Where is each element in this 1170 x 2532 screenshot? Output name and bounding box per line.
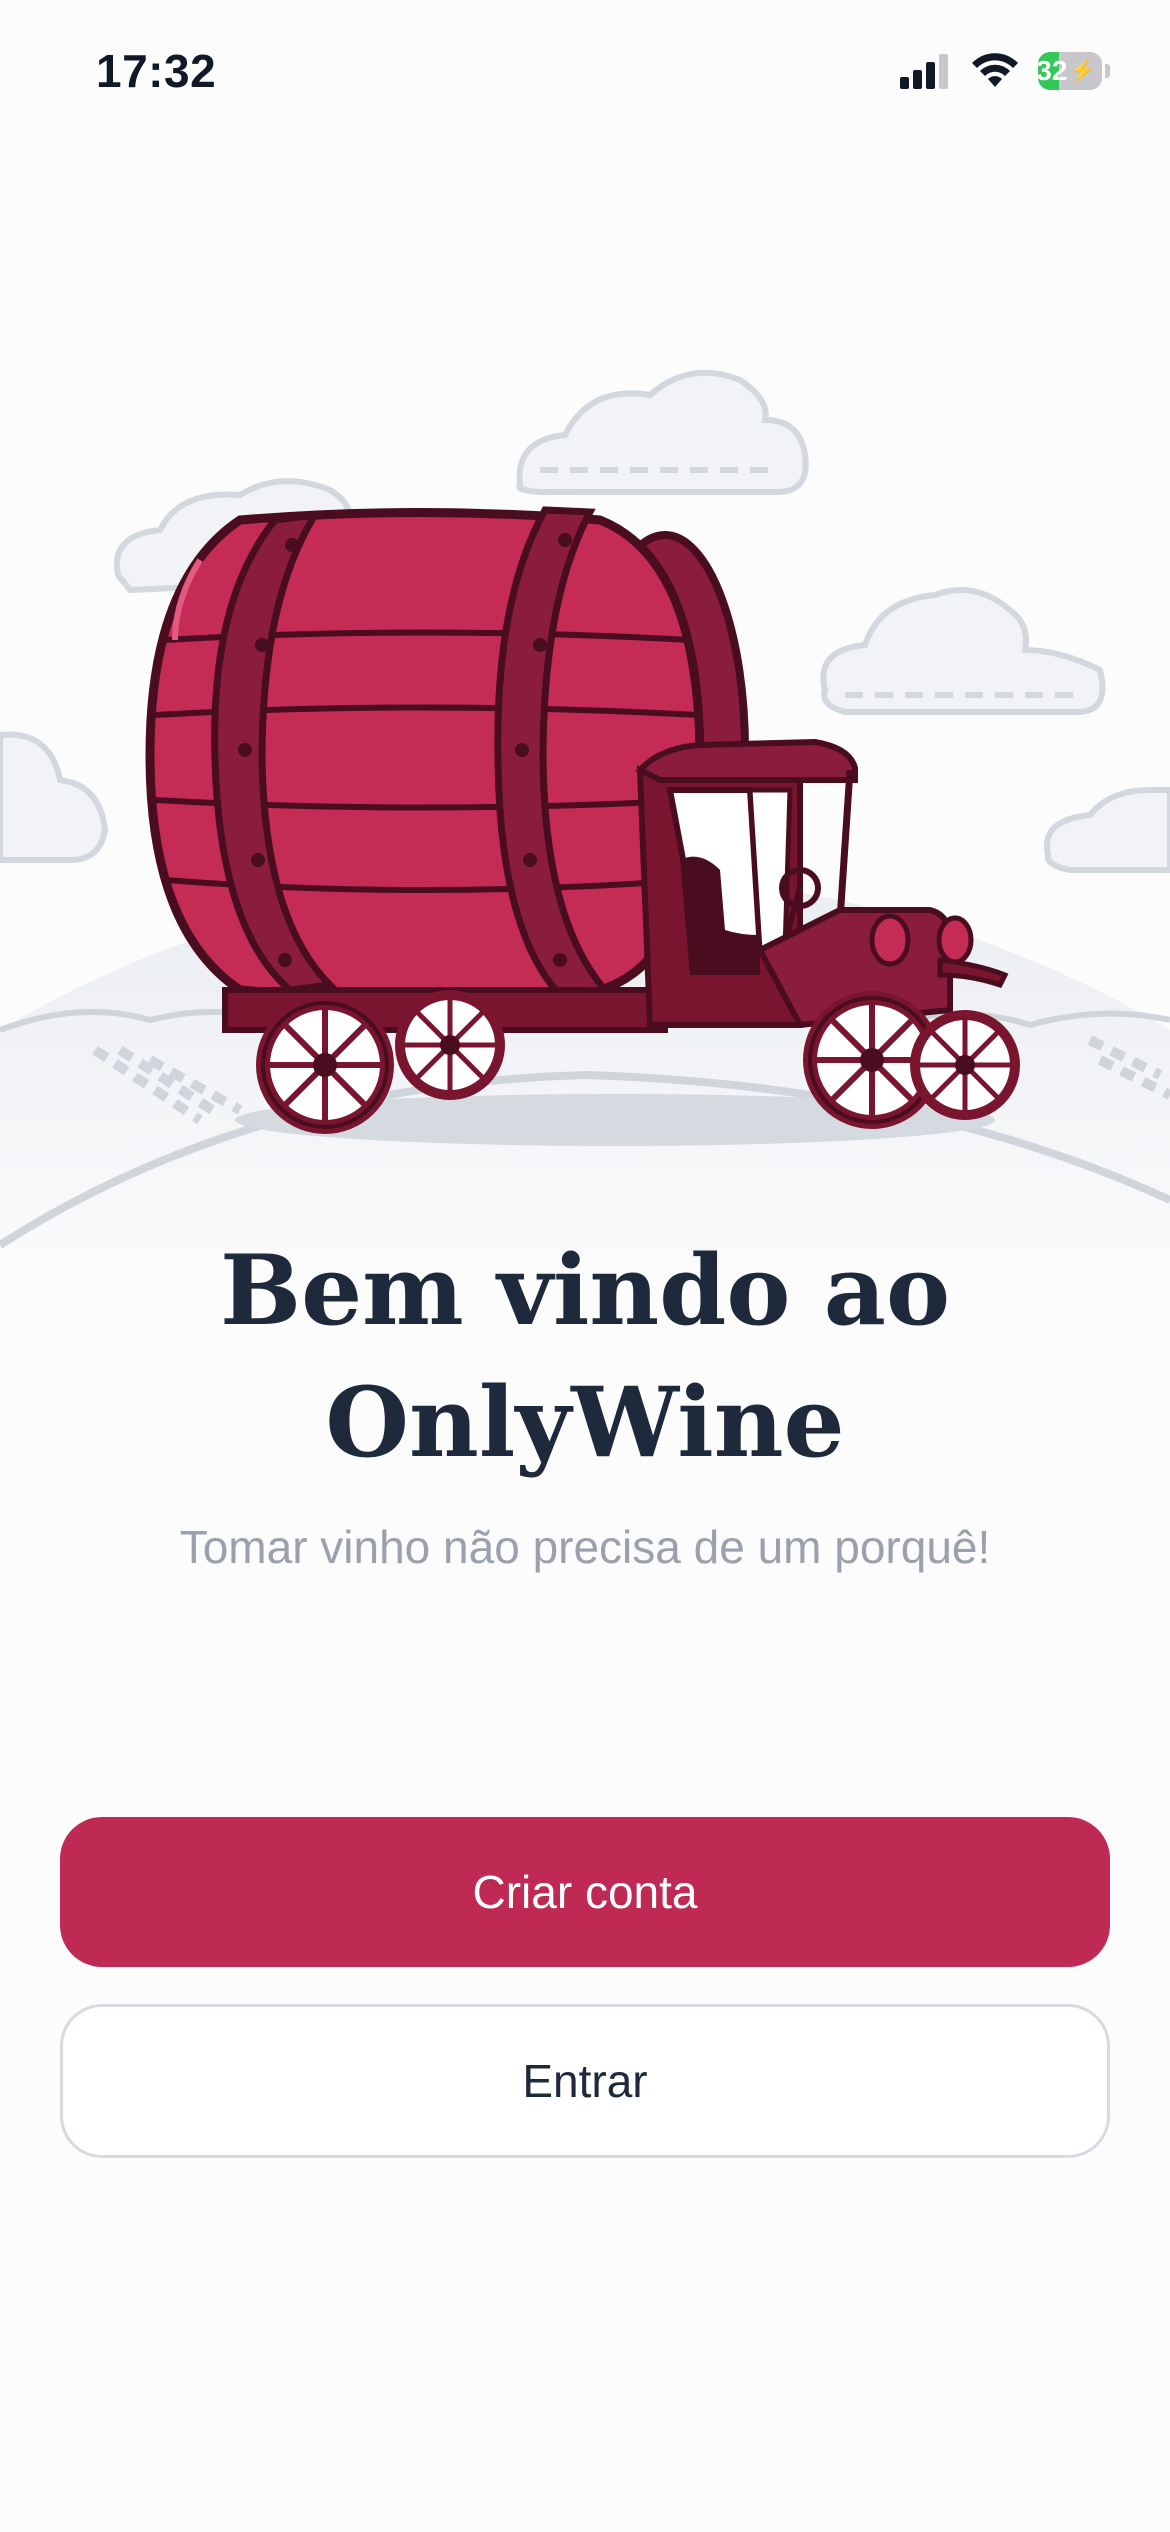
cloud-icon (0, 731, 109, 863)
create-account-label: Criar conta (472, 1866, 698, 1918)
battery-charging-icon: 32 ⚡ (1038, 52, 1110, 90)
battery-level: 32 (1038, 55, 1068, 86)
welcome-title-line1: Bem vindo ao (219, 1234, 951, 1347)
sign-in-label: Entrar (522, 2055, 648, 2107)
rear-wheel (256, 996, 394, 1134)
status-time: 17:32 (96, 45, 217, 97)
cellular-signal-icon (900, 54, 948, 89)
status-icons: 32 ⚡ (900, 52, 1110, 90)
cloud-icon (820, 587, 1106, 715)
welcome-title-line2: OnlyWine (325, 1366, 845, 1479)
cloud-icon (1043, 787, 1170, 873)
status-bar: 17:32 32 ⚡ (0, 0, 1170, 150)
wine-barrel-truck-illustration (0, 369, 1170, 1290)
cloud-icon (516, 369, 809, 495)
welcome-subtitle: Tomar vinho não precisa de um porquê! (179, 1521, 991, 1573)
welcome-title: Bem vindo ao OnlyWine (0, 1225, 1170, 1489)
create-account-button[interactable]: Criar conta (60, 1817, 1110, 1967)
sign-in-button[interactable]: Entrar (60, 2004, 1110, 2158)
front-wheel-far (910, 1010, 1020, 1120)
wifi-icon (972, 53, 1018, 87)
rear-wheel-far (395, 990, 505, 1100)
